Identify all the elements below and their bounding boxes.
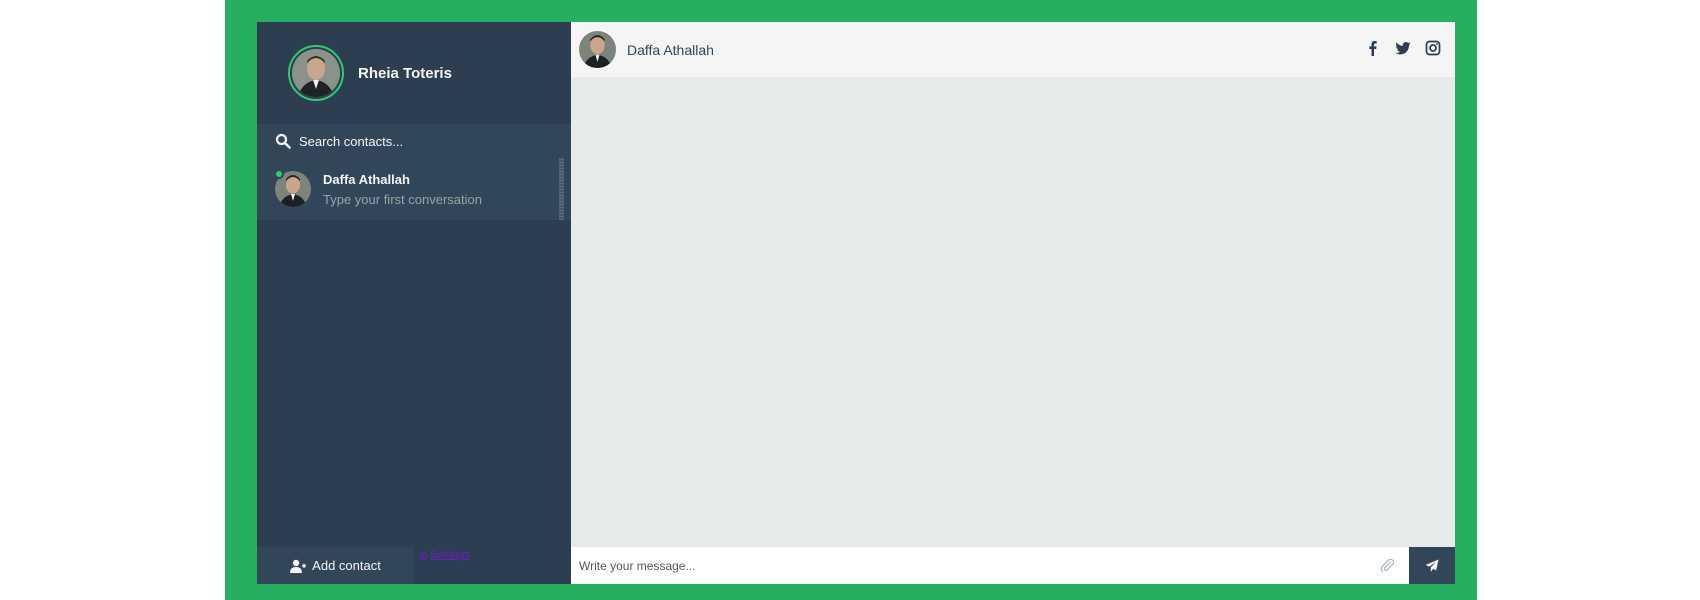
online-status-dot: [274, 169, 284, 179]
contact-preview: Type your first conversation: [323, 191, 482, 207]
add-contact-label: Add contact: [312, 558, 381, 573]
add-user-icon: [290, 559, 307, 573]
twitter-icon[interactable]: [1395, 40, 1411, 56]
chat-contact-name: Daffa Athallah: [627, 41, 714, 58]
sidebar-bottom-bar: Add contact Settings: [257, 547, 571, 584]
social-links: [1365, 40, 1441, 56]
scrollbar[interactable]: [559, 158, 564, 220]
user-avatar[interactable]: [288, 45, 344, 101]
user-photo: [292, 49, 340, 97]
send-button[interactable]: [1409, 547, 1455, 584]
message-area: [571, 77, 1455, 547]
contact-name: Daffa Athallah: [323, 171, 410, 187]
chat-header: Daffa Athallah: [571, 22, 1455, 77]
search-bar: [257, 124, 571, 158]
settings-label: Settings: [430, 549, 470, 561]
instagram-icon[interactable]: [1425, 40, 1441, 56]
gear-icon: [418, 551, 428, 561]
search-input[interactable]: [299, 129, 559, 153]
contact-item[interactable]: Daffa Athallah Type your first conversat…: [257, 158, 571, 220]
chat-panel: Daffa Athallah: [571, 22, 1455, 584]
user-name: Rheia Toteris: [358, 64, 452, 82]
user-profile: Rheia Toteris: [257, 22, 571, 124]
message-input[interactable]: [579, 550, 1379, 581]
settings-link[interactable]: Settings: [414, 547, 571, 584]
chat-contact-photo: [579, 31, 616, 68]
contact-list: Daffa Athallah Type your first conversat…: [257, 158, 571, 541]
add-contact-button[interactable]: Add contact: [257, 547, 414, 584]
message-composer: [571, 547, 1455, 584]
paperclip-icon[interactable]: [1379, 557, 1395, 573]
chat-contact-avatar[interactable]: [579, 31, 616, 68]
contact-avatar: [274, 169, 311, 207]
search-icon: [275, 133, 291, 149]
chat-app: Rheia Toteris Search contacts... Daffa A…: [257, 22, 1455, 584]
sidebar: Rheia Toteris Search contacts... Daffa A…: [257, 22, 571, 584]
facebook-icon[interactable]: [1365, 40, 1381, 56]
paper-plane-icon: [1425, 559, 1439, 572]
